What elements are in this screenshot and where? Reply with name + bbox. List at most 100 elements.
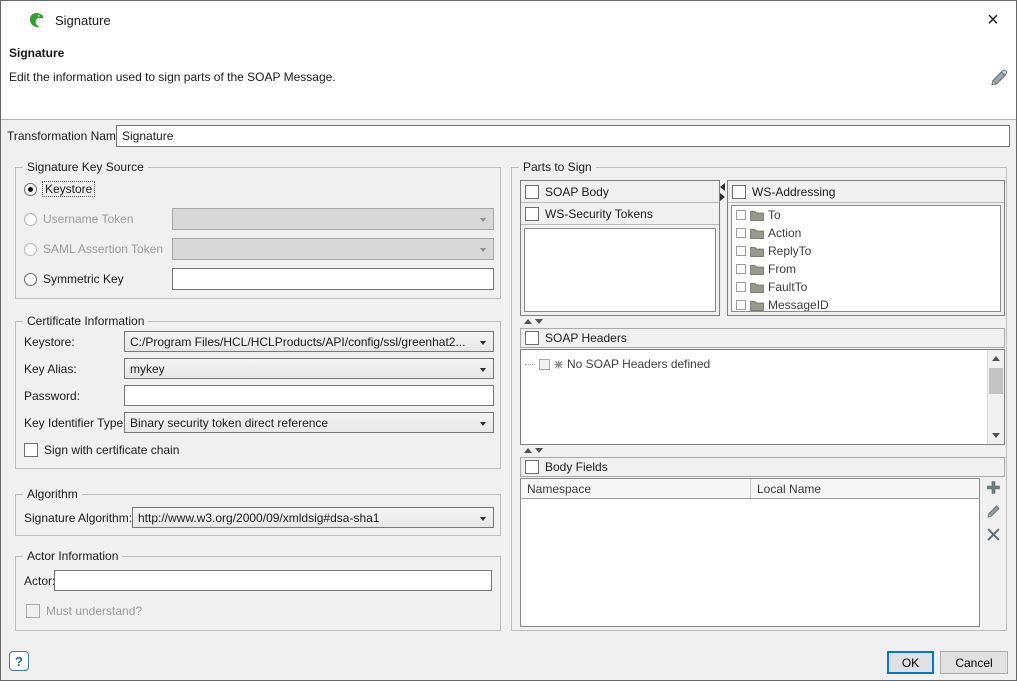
tree-node-checkbox (539, 359, 550, 370)
group-title: Parts to Sign (519, 160, 596, 174)
must-understand-checkbox (26, 604, 40, 618)
saml-token-combo (172, 238, 494, 260)
soap-body-pane: SOAP Body WS-Security Tokens (520, 180, 720, 316)
symmetric-key-input[interactable] (172, 268, 494, 290)
keystore-combo[interactable]: C:/Program Files/HCL/HCLProducts/API/con… (124, 331, 494, 352)
folder-icon (750, 228, 764, 239)
list-item-messageid[interactable]: MessageID (732, 296, 1000, 312)
column-header-namespace[interactable]: Namespace (521, 479, 751, 498)
key-alias-combo[interactable]: mykey (124, 358, 494, 379)
table-header: Namespace Local Name (521, 479, 979, 499)
group-title: Certificate Information (23, 314, 148, 328)
ws-security-tokens-checkbox[interactable] (525, 207, 539, 221)
body-fields-row[interactable]: Body Fields (520, 457, 1005, 477)
username-token-radio (24, 213, 37, 226)
ok-button[interactable]: OK (887, 651, 934, 674)
item-label: Action (768, 226, 801, 240)
radio-row-symmetric-key[interactable]: Symmetric Key (24, 268, 124, 290)
edit-icon[interactable] (986, 504, 1001, 519)
soap-body-row[interactable]: SOAP Body (521, 181, 719, 203)
soap-headers-row[interactable]: SOAP Headers (520, 328, 1005, 348)
list-item-replyto[interactable]: ReplyTo (732, 242, 1000, 260)
radio-row-saml-token[interactable]: SAML Assertion Token (24, 238, 163, 260)
actor-input[interactable] (54, 570, 492, 591)
must-understand-row: Must understand? (26, 602, 142, 620)
body-fields-toolbar (982, 480, 1004, 541)
ws-security-tokens-list[interactable] (524, 228, 716, 312)
password-input[interactable] (124, 385, 494, 406)
item-checkbox[interactable] (736, 264, 746, 274)
item-label: ReplyTo (768, 244, 811, 258)
body-fields-checkbox[interactable] (525, 460, 539, 474)
splitter-down-arrow-icon[interactable] (535, 319, 543, 324)
keystore-radio-label: Keystore (43, 182, 94, 196)
radio-row-keystore[interactable]: Keystore (24, 178, 94, 200)
vertical-scrollbar[interactable] (987, 350, 1004, 444)
column-header-local-name[interactable]: Local Name (751, 479, 821, 498)
key-identifier-type-combo[interactable]: Binary security token direct reference (124, 412, 494, 433)
splitter-up-arrow-icon[interactable] (524, 319, 532, 324)
soap-headers-checkbox[interactable] (525, 331, 539, 345)
keystore-radio[interactable] (24, 183, 37, 196)
scrollbar-thumb[interactable] (989, 368, 1003, 394)
symmetric-key-radio[interactable] (24, 273, 37, 286)
splitter-up-arrow-icon[interactable] (524, 448, 532, 453)
ws-addressing-list: To Action ReplyTo From (731, 205, 1001, 312)
signature-algorithm-combo[interactable]: http://www.w3.org/2000/09/xmldsig#dsa-sh… (132, 507, 494, 528)
node-icon (554, 360, 563, 369)
scroll-up-icon[interactable] (988, 350, 1004, 367)
list-item-from[interactable]: From (732, 260, 1000, 278)
ws-addressing-checkbox[interactable] (732, 185, 746, 199)
sign-chain-checkbox[interactable] (24, 443, 38, 457)
item-checkbox[interactable] (736, 300, 746, 310)
vertical-splitter[interactable] (720, 183, 725, 201)
tree-node-empty[interactable]: No SOAP Headers defined (525, 357, 710, 371)
header-description: Edit the information used to sign parts … (9, 70, 336, 84)
item-checkbox[interactable] (736, 282, 746, 292)
title-bar: Signature × (1, 1, 1016, 39)
close-icon[interactable]: × (982, 9, 1004, 31)
list-item-action[interactable]: Action (732, 224, 1000, 242)
ws-addressing-row[interactable]: WS-Addressing (728, 181, 1004, 203)
group-algorithm: Algorithm Signature Algorithm: http://ww… (15, 494, 501, 536)
list-item-faultto[interactable]: FaultTo (732, 278, 1000, 296)
radio-row-username-token[interactable]: Username Token (24, 208, 134, 230)
horizontal-splitter[interactable] (524, 448, 543, 453)
delete-icon[interactable] (987, 528, 1000, 541)
ws-addressing-label: WS-Addressing (752, 185, 835, 199)
cancel-button[interactable]: Cancel (940, 651, 1008, 674)
app-icon (28, 12, 45, 29)
add-icon[interactable] (986, 480, 1001, 495)
splitter-right-arrow-icon[interactable] (720, 193, 725, 201)
splitter-down-arrow-icon[interactable] (535, 448, 543, 453)
sign-chain-row[interactable]: Sign with certificate chain (24, 441, 179, 459)
ws-security-tokens-row[interactable]: WS-Security Tokens (521, 203, 719, 225)
soap-body-checkbox[interactable] (525, 185, 539, 199)
item-label: To (768, 208, 781, 222)
horizontal-splitter[interactable] (524, 319, 543, 324)
actor-label: Actor: (24, 570, 55, 591)
splitter-left-arrow-icon[interactable] (720, 183, 725, 191)
item-checkbox[interactable] (736, 210, 746, 220)
item-checkbox[interactable] (736, 246, 746, 256)
edit-pencil-icon[interactable] (988, 69, 1008, 90)
body-fields-table: Namespace Local Name (520, 478, 980, 627)
group-parts-to-sign: Parts to Sign SOAP Body WS-Security Toke… (511, 167, 1007, 631)
folder-icon (750, 210, 764, 221)
item-label: From (768, 262, 796, 276)
transformation-name-input[interactable] (116, 125, 1010, 147)
keystore-combo-value: C:/Program Files/HCL/HCLProducts/API/con… (130, 335, 465, 349)
soap-body-label: SOAP Body (545, 185, 609, 199)
table-body[interactable] (521, 499, 979, 626)
sign-chain-label: Sign with certificate chain (44, 443, 179, 457)
list-item-to[interactable]: To (732, 206, 1000, 224)
group-title: Signature Key Source (23, 160, 148, 174)
key-identifier-type-label: Key Identifier Type: (24, 412, 127, 433)
ws-addressing-pane: WS-Addressing To Action ReplyTo (727, 180, 1005, 316)
dialog-header: Signature Edit the information used to s… (1, 39, 1016, 120)
symmetric-key-radio-label: Symmetric Key (43, 272, 124, 286)
help-icon[interactable]: ? (9, 651, 29, 671)
scroll-down-icon[interactable] (988, 427, 1004, 444)
item-checkbox[interactable] (736, 228, 746, 238)
password-label: Password: (24, 385, 80, 406)
